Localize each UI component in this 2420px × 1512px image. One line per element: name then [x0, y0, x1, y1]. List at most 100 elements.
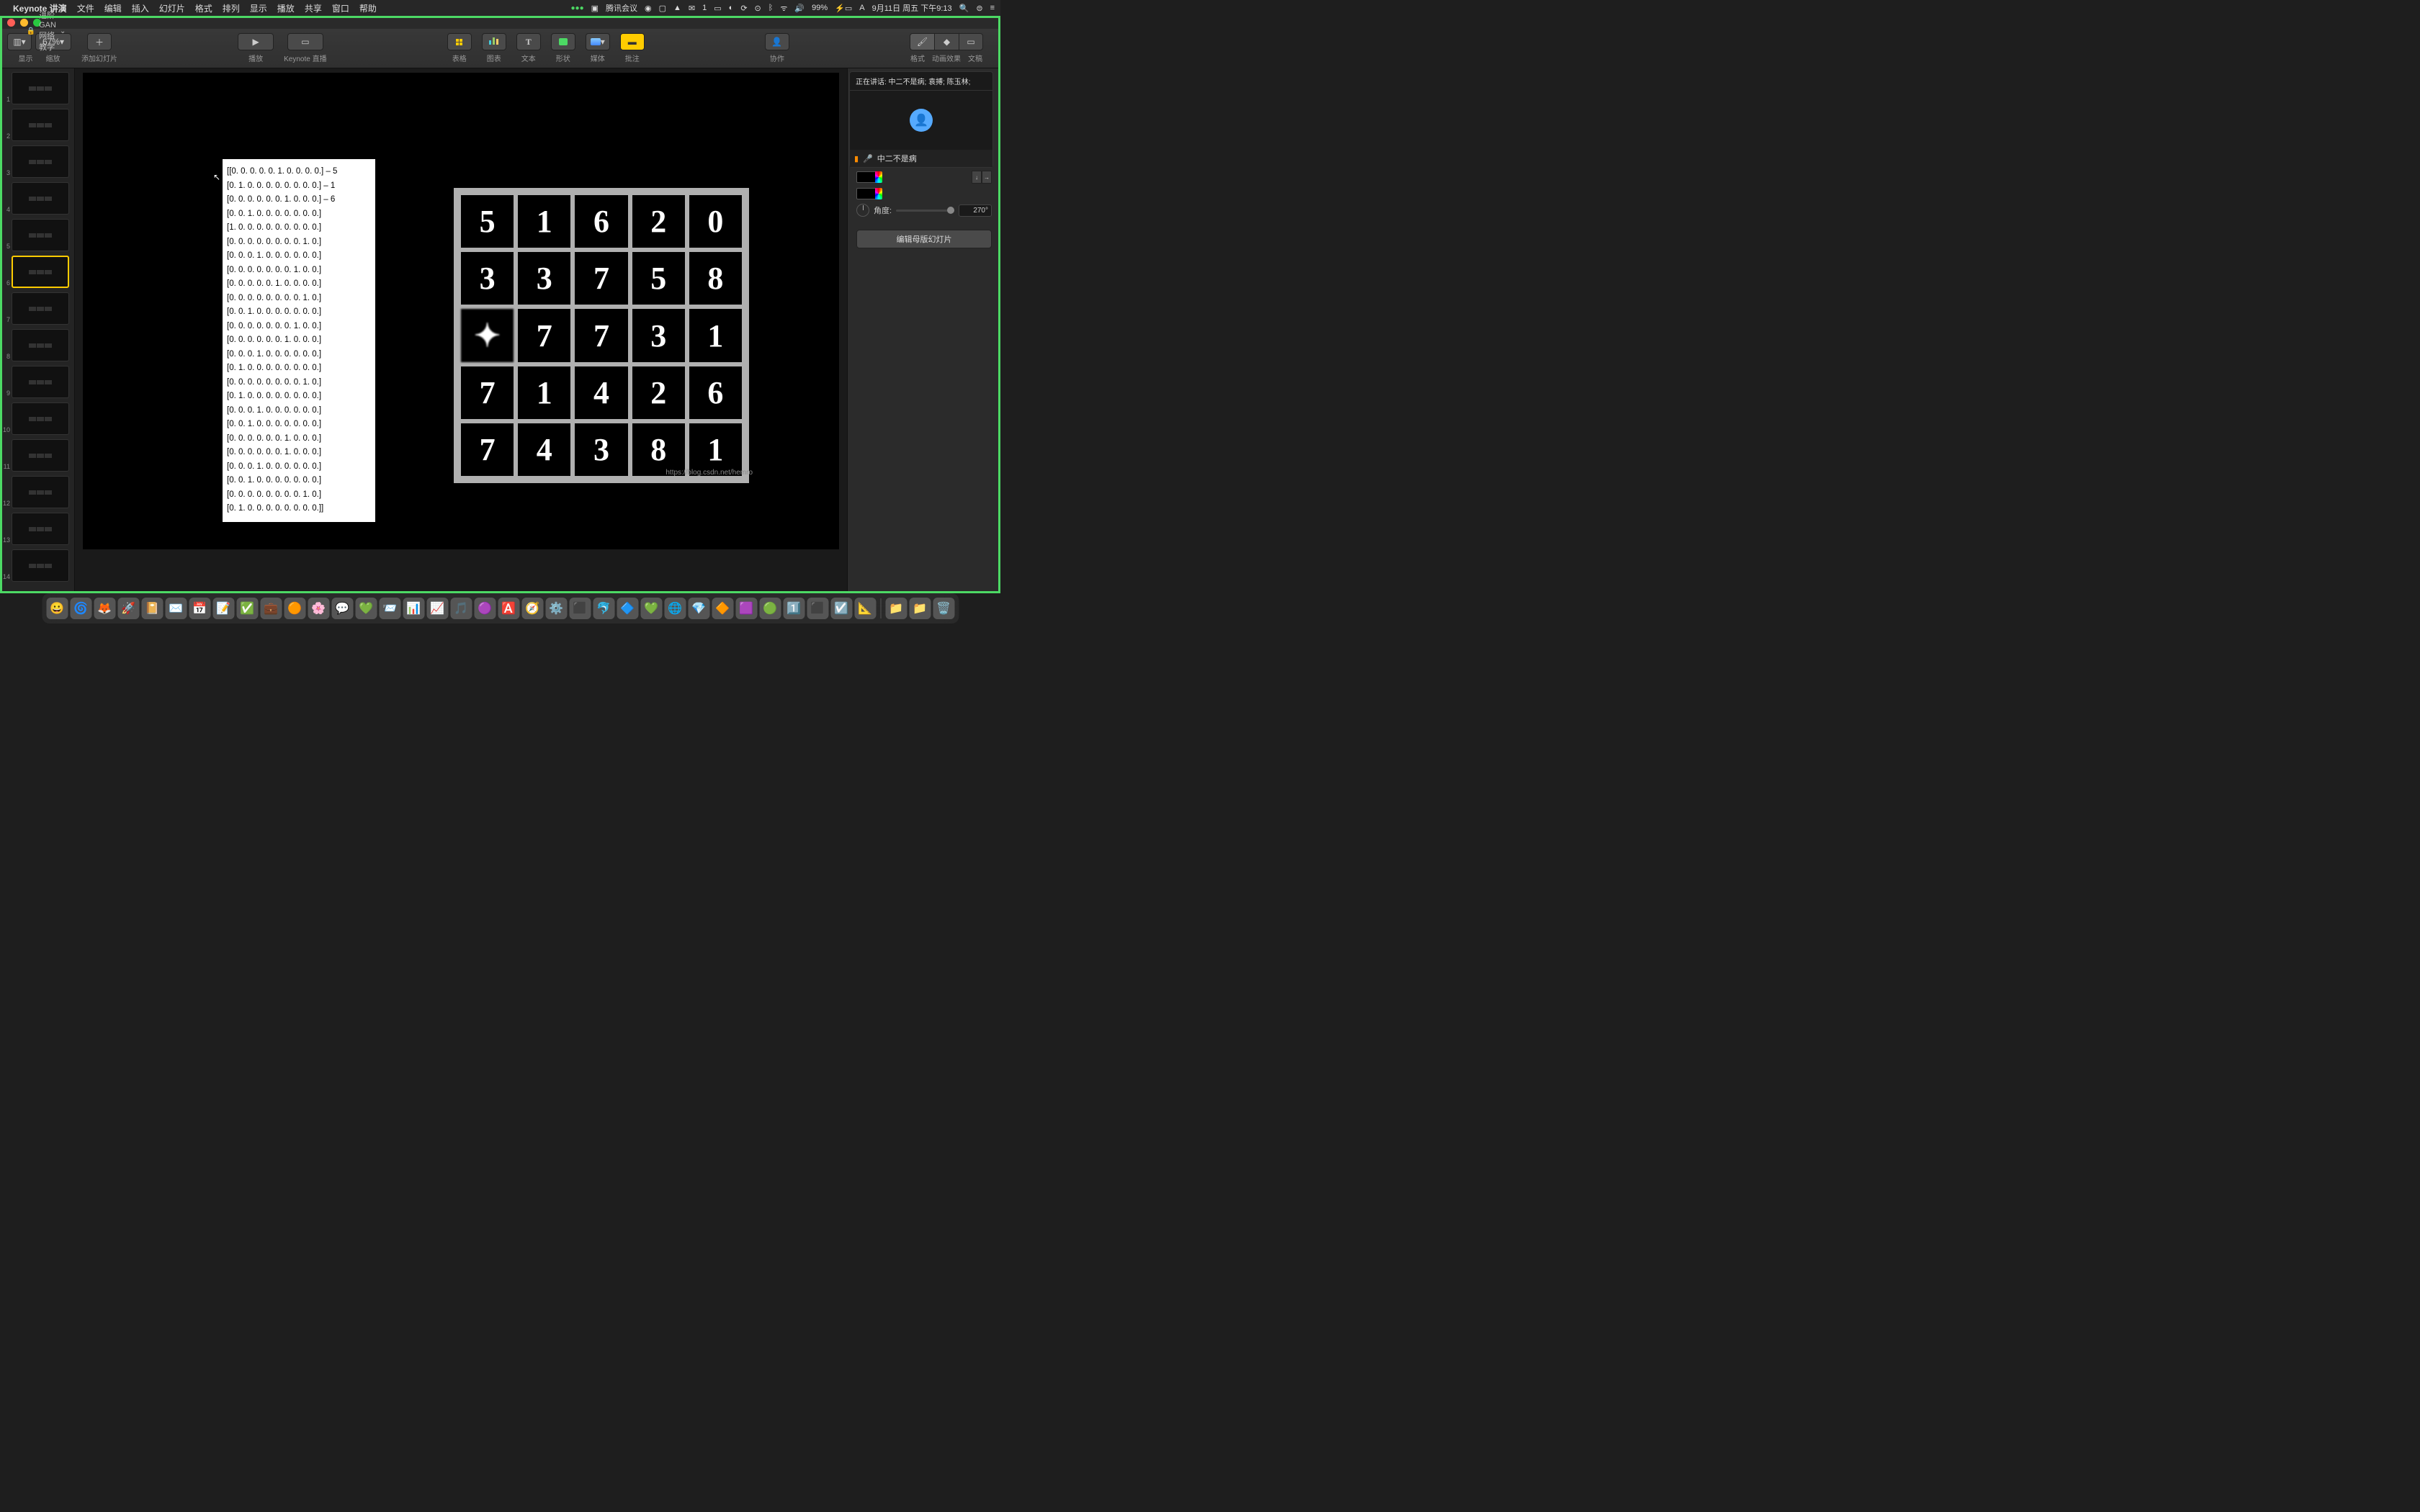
gradient-stop-2[interactable]: [856, 188, 882, 199]
angle-dial[interactable]: [856, 204, 869, 217]
gradient-stop-1[interactable]: [856, 171, 882, 183]
status-icon-3[interactable]: ▲: [673, 4, 681, 12]
code-text-box[interactable]: [[0. 0. 0. 0. 0. 1. 0. 0. 0. 0.] – 5[0. …: [223, 159, 375, 522]
play-button[interactable]: ▶: [238, 33, 274, 50]
spotlight-icon[interactable]: 🔍: [959, 4, 969, 13]
dock-finder-icon[interactable]: 😀: [46, 598, 68, 619]
dock-steam-icon[interactable]: ⚙️: [545, 598, 567, 619]
status-icon-4[interactable]: ▭: [714, 4, 721, 13]
text-button[interactable]: T: [516, 33, 541, 50]
slide-thumbnail-3[interactable]: 3: [3, 145, 71, 178]
meeting-floating-panel[interactable]: 正在讲话: 中二不是病; 袁搏; 陈玉林; 👤 ▮ 🎤 中二不是病: [849, 71, 993, 168]
dock-keynote-icon[interactable]: 📊: [403, 598, 424, 619]
dock-trash-icon[interactable]: 🗑️: [933, 598, 954, 619]
dock-docs-icon[interactable]: 📁: [885, 598, 907, 619]
datetime[interactable]: 9月11日 周五 下午9:13: [872, 2, 952, 14]
document-title[interactable]: 进阶GAN网络教学: [27, 9, 66, 53]
table-button[interactable]: [447, 33, 472, 50]
menu-view[interactable]: 显示: [250, 2, 267, 14]
dock-todo-icon[interactable]: ☑️: [830, 598, 852, 619]
add-slide-button[interactable]: ＋: [87, 33, 112, 50]
dock-wechat-work-icon[interactable]: 💼: [260, 598, 282, 619]
dock-slack-icon[interactable]: 📨: [379, 598, 400, 619]
media-button[interactable]: ▾: [586, 33, 610, 50]
inspector-tab-animate[interactable]: ◆: [934, 33, 959, 50]
dock-podcasts-icon[interactable]: 🟣: [474, 598, 496, 619]
battery-icon[interactable]: ⚡▭: [835, 4, 852, 13]
slide-canvas-area[interactable]: ↖ [[0. 0. 0. 0. 0. 1. 0. 0. 0. 0.] – 5[0…: [75, 68, 847, 593]
dock-epic-icon[interactable]: ⬛: [807, 598, 828, 619]
edit-master-button[interactable]: 编辑母版幻灯片: [856, 230, 992, 248]
slide-thumbnail-4[interactable]: 4: [3, 182, 71, 215]
shape-button[interactable]: [551, 33, 575, 50]
notification-center-icon[interactable]: ≡: [990, 4, 995, 12]
dock-matlab-icon[interactable]: 📐: [854, 598, 876, 619]
dock-calendar-icon[interactable]: 📅: [189, 598, 210, 619]
slide-thumbnail-13[interactable]: 13: [3, 513, 71, 545]
menu-insert[interactable]: 插入: [132, 2, 149, 14]
dock-photos-icon[interactable]: 🌸: [308, 598, 329, 619]
menu-slide[interactable]: 幻灯片: [159, 2, 185, 14]
inspector-tab-format[interactable]: 🖌: [910, 33, 934, 50]
dock-terminal-icon[interactable]: ⬛: [569, 598, 591, 619]
collaborate-button[interactable]: 👤: [765, 33, 789, 50]
slide-thumbnail-11[interactable]: 11: [3, 439, 71, 472]
dock-folder-icon[interactable]: 📁: [909, 598, 931, 619]
slide-thumbnail-2[interactable]: 2: [3, 109, 71, 141]
dock-notes-app-icon[interactable]: 📔: [141, 598, 163, 619]
menu-edit[interactable]: 编辑: [104, 2, 122, 14]
swap-stops-button[interactable]: ↓: [972, 171, 982, 184]
dock-appstore-icon[interactable]: 🅰️: [498, 598, 519, 619]
slide-thumbnail-5[interactable]: 5: [3, 219, 71, 251]
meeting-app-icon[interactable]: ▣: [591, 4, 599, 13]
status-icon-6[interactable]: ⟳: [740, 4, 747, 13]
dock-messages-icon[interactable]: 💬: [331, 598, 353, 619]
dock-reminders-icon[interactable]: ✅: [236, 598, 258, 619]
keynote-live-button[interactable]: ▭: [287, 33, 323, 50]
status-icon-5[interactable]: ◐: [729, 4, 734, 12]
slide-thumbnail-8[interactable]: 8: [3, 329, 71, 361]
control-center-icon[interactable]: ⊜: [976, 4, 982, 13]
menu-format[interactable]: 格式: [195, 2, 212, 14]
dock-wechat2-icon[interactable]: 💚: [640, 598, 662, 619]
mnist-image-grid[interactable]: 5162033758✦77317142674381: [454, 188, 749, 483]
chart-button[interactable]: [482, 33, 506, 50]
dock-siri-icon[interactable]: 🌀: [70, 598, 91, 619]
close-window-button[interactable]: [7, 19, 15, 27]
dock-spotify-icon[interactable]: 🟢: [759, 598, 781, 619]
wifi-icon[interactable]: ᯤ: [780, 3, 787, 14]
input-source-icon[interactable]: A: [859, 4, 864, 12]
slide-canvas[interactable]: ↖ [[0. 0. 0. 0. 0. 1. 0. 0. 0. 0.] – 5[0…: [83, 73, 839, 549]
dock-chrome-icon[interactable]: 🌐: [664, 598, 686, 619]
status-icon-7[interactable]: ⊙: [755, 4, 761, 13]
angle-slider[interactable]: [896, 210, 954, 212]
dock-sketch-icon[interactable]: 💎: [688, 598, 709, 619]
wechat-status-icon[interactable]: ✉: [689, 4, 695, 13]
flip-stops-button[interactable]: →: [982, 171, 992, 184]
dock-notes-icon[interactable]: 📝: [212, 598, 234, 619]
dock-figma-icon[interactable]: 🔶: [712, 598, 733, 619]
dock-mysql-icon[interactable]: 🐬: [593, 598, 614, 619]
slide-thumbnail-10[interactable]: 10: [3, 402, 71, 435]
menu-play[interactable]: 播放: [277, 2, 295, 14]
menu-window[interactable]: 窗口: [332, 2, 349, 14]
menu-help[interactable]: 帮助: [359, 2, 377, 14]
menu-file[interactable]: 文件: [77, 2, 94, 14]
menu-share[interactable]: 共享: [305, 2, 322, 14]
status-icon-2[interactable]: ▢: [659, 4, 666, 13]
slide-thumbnail-1[interactable]: 1: [3, 72, 71, 104]
dock-launchpad-icon[interactable]: 🚀: [117, 598, 139, 619]
dock-firefox-icon[interactable]: 🦊: [94, 598, 115, 619]
status-icon-1[interactable]: ◉: [645, 4, 652, 13]
mic-icon[interactable]: ▮: [854, 154, 859, 163]
dock-safari-icon[interactable]: 🧭: [521, 598, 543, 619]
dock-mail-icon[interactable]: ✉️: [165, 598, 187, 619]
slide-thumbnail-7[interactable]: 7: [3, 292, 71, 325]
dock-vscode-icon[interactable]: 🔷: [617, 598, 638, 619]
dock-1-icon[interactable]: 1️⃣: [783, 598, 805, 619]
slide-navigator[interactable]: 1234567891011121314: [0, 68, 75, 593]
dock-orange-icon[interactable]: 🟠: [284, 598, 305, 619]
angle-input[interactable]: 270°: [959, 204, 992, 217]
signal-icon[interactable]: ●●●: [570, 4, 583, 12]
bluetooth-icon[interactable]: ᛒ: [768, 4, 774, 12]
